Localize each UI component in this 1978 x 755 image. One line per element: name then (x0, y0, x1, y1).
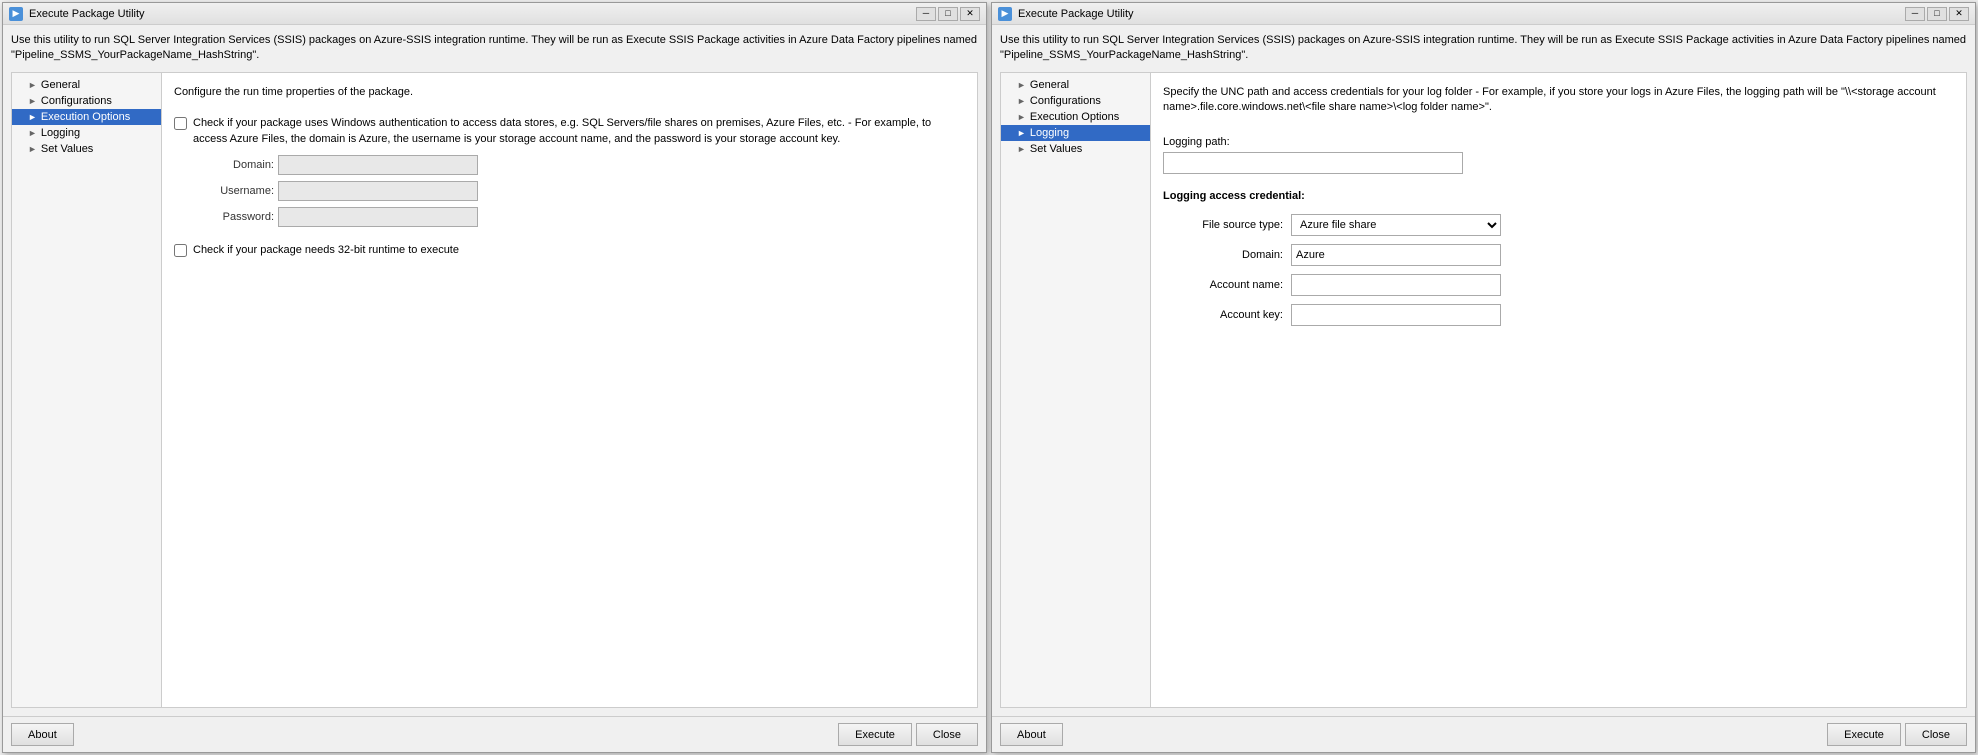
username-input-1[interactable] (278, 181, 478, 201)
nav-label-configurations-2: Configurations (1030, 95, 1101, 107)
nav-item-configurations-2[interactable]: ► Configurations (1001, 93, 1150, 109)
logging-path-field: Logging path: (1163, 136, 1954, 174)
main-area-1: ► General ► Configurations ► Execution O… (11, 72, 978, 708)
close-button-1[interactable]: ✕ (960, 7, 980, 21)
nav-label-set-values-1: Set Values (41, 143, 93, 155)
close-dialog-button-2[interactable]: Close (1905, 723, 1967, 746)
nav-label-configurations-1: Configurations (41, 95, 112, 107)
domain-label-1: Domain: (194, 159, 274, 171)
logging-path-label: Logging path: (1163, 136, 1954, 148)
nav-label-logging-1: Logging (41, 127, 80, 139)
arrow-icon-general-1: ► (28, 80, 37, 90)
close-button-2[interactable]: ✕ (1949, 7, 1969, 21)
windows-auth-label: Check if your package uses Windows authe… (193, 116, 965, 147)
checkbox-row-2: Check if your package needs 32-bit runti… (174, 243, 965, 258)
content-panel-2: Specify the UNC path and access credenti… (1151, 73, 1966, 707)
credential-form-1: Domain: Username: Password: (194, 155, 965, 227)
nav-item-execution-options-2[interactable]: ► Execution Options (1001, 109, 1150, 125)
main-area-2: ► General ► Configurations ► Execution O… (1000, 72, 1967, 708)
nav-panel-1: ► General ► Configurations ► Execution O… (12, 73, 162, 707)
file-source-type-label: File source type: (1163, 219, 1283, 231)
runtime-32bit-label: Check if your package needs 32-bit runti… (193, 243, 459, 258)
nav-item-execution-options-1[interactable]: ► Execution Options (12, 109, 161, 125)
about-button-1[interactable]: About (11, 723, 74, 746)
nav-panel-2: ► General ► Configurations ► Execution O… (1001, 73, 1151, 707)
title-bar-1: ▶ Execute Package Utility ─ □ ✕ (3, 3, 986, 25)
checkbox-section-1: Check if your package uses Windows authe… (174, 116, 965, 227)
nav-item-set-values-2[interactable]: ► Set Values (1001, 141, 1150, 157)
checkbox-row-1: Check if your package uses Windows authe… (174, 116, 965, 147)
dialog-content-1: Use this utility to run SQL Server Integ… (3, 25, 986, 716)
close-dialog-button-1[interactable]: Close (916, 723, 978, 746)
arrow-icon-logging-1: ► (28, 128, 37, 138)
restore-button-1[interactable]: □ (938, 7, 958, 21)
arrow-icon-execution-1: ► (28, 112, 37, 122)
password-label-1: Password: (194, 211, 274, 223)
about-button-2[interactable]: About (1000, 723, 1063, 746)
arrow-icon-configurations-1: ► (28, 96, 37, 106)
nav-label-logging-2: Logging (1030, 127, 1069, 139)
arrow-icon-execution-2: ► (1017, 112, 1026, 122)
dialog-window-2: ▶ Execute Package Utility ─ □ ✕ Use this… (991, 2, 1976, 753)
nav-item-configurations-1[interactable]: ► Configurations (12, 93, 161, 109)
username-label-1: Username: (194, 185, 274, 197)
arrow-icon-set-values-2: ► (1017, 144, 1026, 154)
arrow-icon-logging-2: ► (1017, 128, 1026, 138)
credential-section-title: Logging access credential: (1163, 190, 1954, 202)
content-description-1: Configure the run time properties of the… (174, 85, 965, 100)
header-description-1: Use this utility to run SQL Server Integ… (11, 33, 978, 64)
app-icon-2: ▶ (998, 7, 1012, 21)
logging-credential-section: Logging access credential: File source t… (1163, 190, 1954, 326)
content-panel-1: Configure the run time properties of the… (162, 73, 977, 707)
nav-label-execution-2: Execution Options (1030, 111, 1119, 123)
credential-grid: File source type: Azure file share Local… (1163, 214, 1954, 326)
nav-label-execution-1: Execution Options (41, 111, 130, 123)
dialog-content-2: Use this utility to run SQL Server Integ… (992, 25, 1975, 716)
nav-item-general-2[interactable]: ► General (1001, 77, 1150, 93)
window-title-2: Execute Package Utility (1018, 8, 1134, 20)
arrow-icon-general-2: ► (1017, 80, 1026, 90)
bottom-bar-2: About Execute Close (992, 716, 1975, 752)
nav-item-set-values-1[interactable]: ► Set Values (12, 141, 161, 157)
windows-auth-checkbox[interactable] (174, 117, 187, 130)
title-bar-controls-2: ─ □ ✕ (1905, 7, 1969, 21)
arrow-icon-configurations-2: ► (1017, 96, 1026, 106)
file-source-type-select[interactable]: Azure file share Local file Network file… (1291, 214, 1501, 236)
title-bar-text-1: ▶ Execute Package Utility (9, 7, 145, 21)
minimize-button-1[interactable]: ─ (916, 7, 936, 21)
nav-label-general-1: General (41, 79, 80, 91)
password-input-1[interactable] (278, 207, 478, 227)
minimize-button-2[interactable]: ─ (1905, 7, 1925, 21)
header-description-2: Use this utility to run SQL Server Integ… (1000, 33, 1967, 64)
restore-button-2[interactable]: □ (1927, 7, 1947, 21)
logging-path-input[interactable] (1163, 152, 1463, 174)
domain-input-2[interactable] (1291, 244, 1501, 266)
title-bar-2: ▶ Execute Package Utility ─ □ ✕ (992, 3, 1975, 25)
bottom-bar-1: About Execute Close (3, 716, 986, 752)
title-bar-text-2: ▶ Execute Package Utility (998, 7, 1134, 21)
domain-input-1[interactable] (278, 155, 478, 175)
account-name-input[interactable] (1291, 274, 1501, 296)
title-bar-controls-1: ─ □ ✕ (916, 7, 980, 21)
action-buttons-1: Execute Close (838, 723, 978, 746)
account-key-input[interactable] (1291, 304, 1501, 326)
account-key-label: Account key: (1163, 309, 1283, 321)
action-buttons-2: Execute Close (1827, 723, 1967, 746)
logging-description: Specify the UNC path and access credenti… (1163, 85, 1954, 116)
runtime-32bit-checkbox[interactable] (174, 244, 187, 257)
execute-button-1[interactable]: Execute (838, 723, 912, 746)
window-title-1: Execute Package Utility (29, 8, 145, 20)
nav-item-general-1[interactable]: ► General (12, 77, 161, 93)
nav-item-logging-1[interactable]: ► Logging (12, 125, 161, 141)
account-name-label: Account name: (1163, 279, 1283, 291)
dialog-window-1: ▶ Execute Package Utility ─ □ ✕ Use this… (2, 2, 987, 753)
nav-label-set-values-2: Set Values (1030, 143, 1082, 155)
nav-label-general-2: General (1030, 79, 1069, 91)
arrow-icon-set-values-1: ► (28, 144, 37, 154)
app-icon-1: ▶ (9, 7, 23, 21)
execute-button-2[interactable]: Execute (1827, 723, 1901, 746)
nav-item-logging-2[interactable]: ► Logging (1001, 125, 1150, 141)
domain-label-2: Domain: (1163, 249, 1283, 261)
